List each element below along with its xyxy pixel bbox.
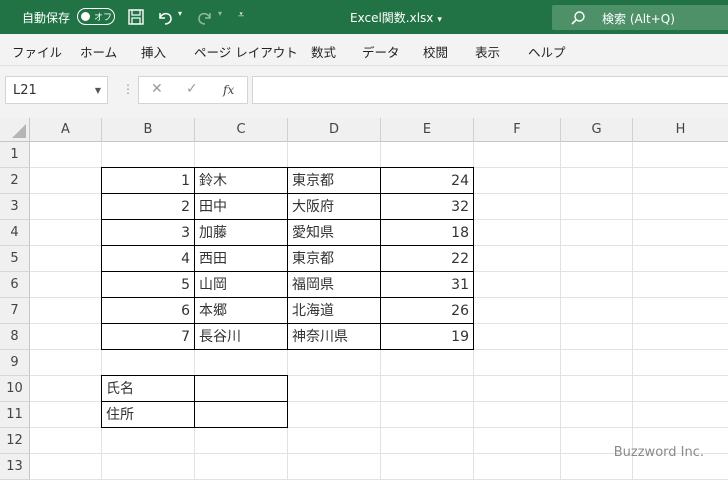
- insert-function-icon[interactable]: fx: [223, 83, 234, 97]
- cell-c7[interactable]: 本郷: [195, 298, 287, 324]
- cell-b6[interactable]: 5: [102, 272, 194, 298]
- chevron-down-icon: ▾: [437, 15, 442, 25]
- menu-insert[interactable]: 挿入: [141, 42, 166, 61]
- select-all-corner[interactable]: [0, 118, 30, 142]
- menu-review[interactable]: 校閲: [423, 42, 448, 61]
- row-header-4[interactable]: 4: [0, 220, 30, 246]
- table-border: [473, 167, 474, 350]
- cell-b10[interactable]: 氏名: [102, 376, 194, 402]
- column-header-h[interactable]: H: [633, 118, 728, 142]
- row-header-9[interactable]: 9: [0, 350, 30, 376]
- search-placeholder: 検索 (Alt+Q): [602, 12, 675, 26]
- column-header-b[interactable]: B: [102, 118, 195, 142]
- enter-icon[interactable]: ✓: [186, 81, 198, 97]
- chevron-down-icon[interactable]: ▼: [95, 86, 101, 95]
- cell-d3[interactable]: 大阪府: [288, 194, 380, 220]
- menu-home[interactable]: ホーム: [80, 42, 117, 61]
- cell-d6[interactable]: 福岡県: [288, 272, 380, 298]
- cell-d4[interactable]: 愛知県: [288, 220, 380, 246]
- cell-e4[interactable]: 18: [381, 220, 473, 246]
- formula-buttons: ✕ ✓ fx: [138, 76, 248, 104]
- search-box[interactable]: 検索 (Alt+Q): [552, 5, 728, 30]
- menu-help[interactable]: ヘルプ: [528, 42, 566, 61]
- menu-page-layout[interactable]: ページ レイアウト: [194, 42, 298, 61]
- column-header-a[interactable]: A: [30, 118, 102, 142]
- spreadsheet-grid[interactable]: A B C D E F G H 1 2 3 4 5 6 7 8 9 10 11 …: [0, 118, 728, 480]
- row-header-7[interactable]: 7: [0, 298, 30, 324]
- toggle-knob: [81, 11, 90, 21]
- cell-c6[interactable]: 山岡: [195, 272, 287, 298]
- row-header-2[interactable]: 2: [0, 168, 30, 194]
- search-icon: [571, 11, 585, 25]
- cell-c10[interactable]: [195, 376, 287, 402]
- menu-data[interactable]: データ: [362, 42, 400, 61]
- cell-c5[interactable]: 西田: [195, 246, 287, 272]
- undo-icon[interactable]: [156, 8, 174, 26]
- cell-e8[interactable]: 19: [381, 324, 473, 350]
- cell-d8[interactable]: 神奈川県: [288, 324, 380, 350]
- formula-input[interactable]: [252, 76, 728, 104]
- cell-d2[interactable]: 東京都: [288, 168, 380, 194]
- menu-file[interactable]: ファイル: [12, 42, 62, 61]
- select-all-icon: [12, 124, 26, 138]
- cell-c2[interactable]: 鈴木: [195, 168, 287, 194]
- cell-b2[interactable]: 1: [102, 168, 194, 194]
- cell-e2[interactable]: 24: [381, 168, 473, 194]
- formula-bar: L21 ▼ ⋮ ✕ ✓ fx: [0, 66, 728, 118]
- autosave-state: オフ: [94, 13, 113, 23]
- cell-c11[interactable]: [195, 402, 287, 428]
- menu-view[interactable]: 表示: [475, 42, 500, 61]
- name-box-value: L21: [13, 83, 37, 98]
- filename: Excel関数.xlsx: [350, 11, 434, 25]
- redo-icon[interactable]: [196, 8, 214, 26]
- watermark: Buzzword Inc.: [613, 445, 704, 460]
- table-border: [287, 375, 288, 428]
- more-icon[interactable]: ⋮: [122, 82, 134, 96]
- customize-qat-icon[interactable]: ⩡: [238, 8, 244, 22]
- row-header-8[interactable]: 8: [0, 324, 30, 350]
- cell-b8[interactable]: 7: [102, 324, 194, 350]
- column-header-e[interactable]: E: [381, 118, 474, 142]
- undo-dropdown-icon[interactable]: ▾: [178, 9, 182, 18]
- row-header-3[interactable]: 3: [0, 194, 30, 220]
- menu-bar: ファイル ホーム 挿入 ページ レイアウト 数式 データ 校閲 表示 ヘルプ: [0, 34, 728, 66]
- cell-c4[interactable]: 加藤: [195, 220, 287, 246]
- save-icon[interactable]: [127, 8, 145, 26]
- cell-d5[interactable]: 東京都: [288, 246, 380, 272]
- title-bar: 自動保存 オフ ▾ ▾ ⩡ Excel関数.xlsx ▾ 検索 (Alt+Q): [0, 0, 728, 34]
- row-header-1[interactable]: 1: [0, 142, 30, 168]
- row-header-6[interactable]: 6: [0, 272, 30, 298]
- cell-b3[interactable]: 2: [102, 194, 194, 220]
- cell-b7[interactable]: 6: [102, 298, 194, 324]
- row-header-12[interactable]: 12: [0, 428, 30, 454]
- column-header-f[interactable]: F: [474, 118, 561, 142]
- column-header-g[interactable]: G: [561, 118, 633, 142]
- cell-b5[interactable]: 4: [102, 246, 194, 272]
- cell-b4[interactable]: 3: [102, 220, 194, 246]
- cell-b11[interactable]: 住所: [102, 402, 194, 428]
- name-box[interactable]: L21 ▼: [5, 76, 108, 104]
- menu-formulas[interactable]: 数式: [311, 42, 336, 61]
- cell-c8[interactable]: 長谷川: [195, 324, 287, 350]
- autosave-label: 自動保存: [22, 11, 71, 25]
- cell-d7[interactable]: 北海道: [288, 298, 380, 324]
- column-header-c[interactable]: C: [195, 118, 288, 142]
- row-header-10[interactable]: 10: [0, 376, 30, 402]
- cell-e3[interactable]: 32: [381, 194, 473, 220]
- cell-e5[interactable]: 22: [381, 246, 473, 272]
- column-header-d[interactable]: D: [288, 118, 381, 142]
- cell-e6[interactable]: 31: [381, 272, 473, 298]
- cancel-icon[interactable]: ✕: [151, 81, 163, 97]
- row-header-13[interactable]: 13: [0, 454, 30, 480]
- cell-e7[interactable]: 26: [381, 298, 473, 324]
- document-title[interactable]: Excel関数.xlsx ▾: [350, 9, 442, 26]
- autosave-toggle[interactable]: オフ: [77, 8, 115, 25]
- row-header-5[interactable]: 5: [0, 246, 30, 272]
- row-header-11[interactable]: 11: [0, 402, 30, 428]
- cell-c3[interactable]: 田中: [195, 194, 287, 220]
- redo-dropdown-icon[interactable]: ▾: [218, 9, 222, 18]
